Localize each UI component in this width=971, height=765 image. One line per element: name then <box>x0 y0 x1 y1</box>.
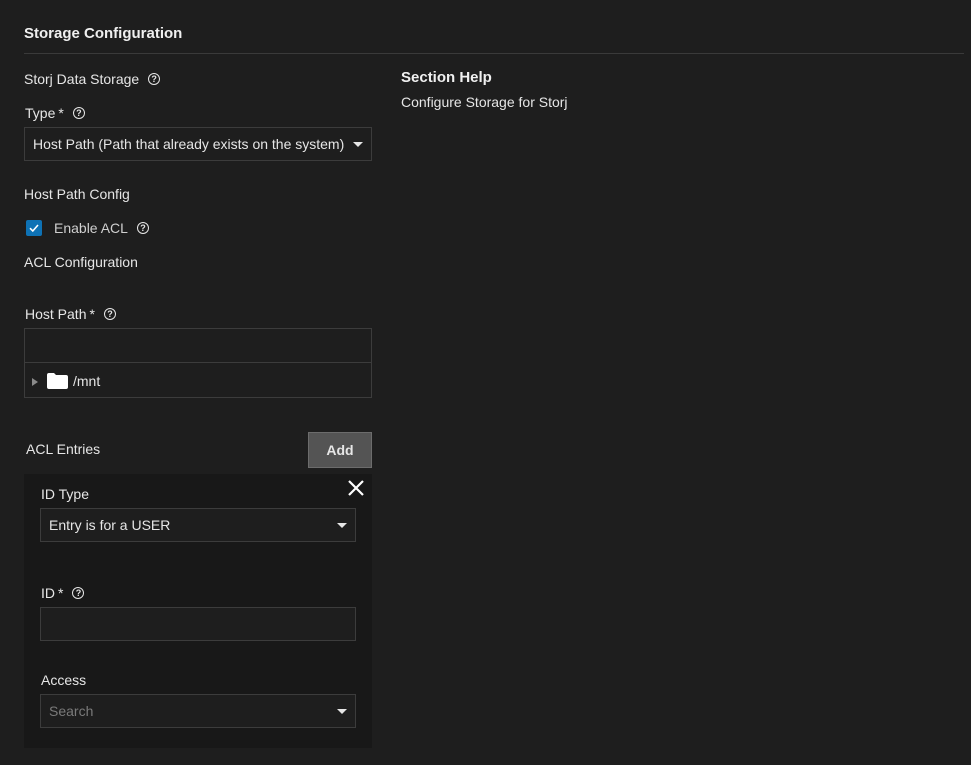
id-type-select[interactable]: Entry is for a USER <box>40 508 356 542</box>
access-label: Access <box>41 672 87 688</box>
acl-entries-label: ACL Entries <box>26 441 101 457</box>
section-title: Storage Configuration <box>24 25 183 42</box>
acl-configuration-label: ACL Configuration <box>24 254 138 270</box>
storj-data-storage-text: Storj Data Storage <box>24 71 140 87</box>
enable-acl-checkbox[interactable] <box>26 220 42 236</box>
host-path-label-text: Host Path <box>25 306 87 322</box>
host-path-config-label: Host Path Config <box>24 186 130 202</box>
type-label-text: Type <box>25 105 56 121</box>
check-icon <box>29 224 39 233</box>
expand-arrow-icon[interactable] <box>32 377 38 386</box>
id-type-label: ID Type <box>41 486 89 502</box>
type-select[interactable]: Host Path (Path that already exists on t… <box>24 127 372 161</box>
host-path-explorer: /mnt <box>24 328 372 398</box>
chevron-down-icon <box>353 141 363 147</box>
access-search-placeholder: Search <box>49 703 94 719</box>
help-icon[interactable]: ? <box>136 222 149 234</box>
id-required-mark: * <box>58 585 64 601</box>
type-select-value: Host Path (Path that already exists on t… <box>33 136 345 152</box>
help-icon[interactable]: ? <box>148 73 161 85</box>
help-icon[interactable]: ? <box>72 587 85 599</box>
id-label: ID * ? <box>41 585 85 601</box>
id-type-value: Entry is for a USER <box>49 517 171 533</box>
folder-icon <box>47 372 68 389</box>
section-divider <box>24 53 964 54</box>
section-help-text: Configure Storage for Storj <box>401 94 568 110</box>
type-required-mark: * <box>58 105 64 121</box>
tree-node-label: /mnt <box>73 372 101 389</box>
access-select[interactable]: Search <box>40 694 356 728</box>
enable-acl-row: Enable ACL ? <box>26 220 149 236</box>
close-icon[interactable] <box>347 479 365 497</box>
tree-node-mnt[interactable]: /mnt <box>25 363 371 398</box>
type-label: Type * ? <box>25 105 85 121</box>
help-icon[interactable]: ? <box>72 107 85 119</box>
chevron-down-icon <box>337 522 347 528</box>
id-input[interactable] <box>40 607 356 641</box>
section-help-title: Section Help <box>401 69 492 86</box>
add-button[interactable]: Add <box>308 432 372 468</box>
chevron-down-icon <box>337 708 347 714</box>
enable-acl-label: Enable ACL <box>54 220 128 236</box>
host-path-input[interactable] <box>25 329 371 363</box>
help-icon[interactable]: ? <box>103 308 116 320</box>
host-path-label: Host Path * ? <box>25 306 116 322</box>
storj-data-storage-label: Storj Data Storage ? <box>24 71 161 87</box>
host-path-required-mark: * <box>89 306 95 322</box>
id-label-text: ID <box>41 585 55 601</box>
